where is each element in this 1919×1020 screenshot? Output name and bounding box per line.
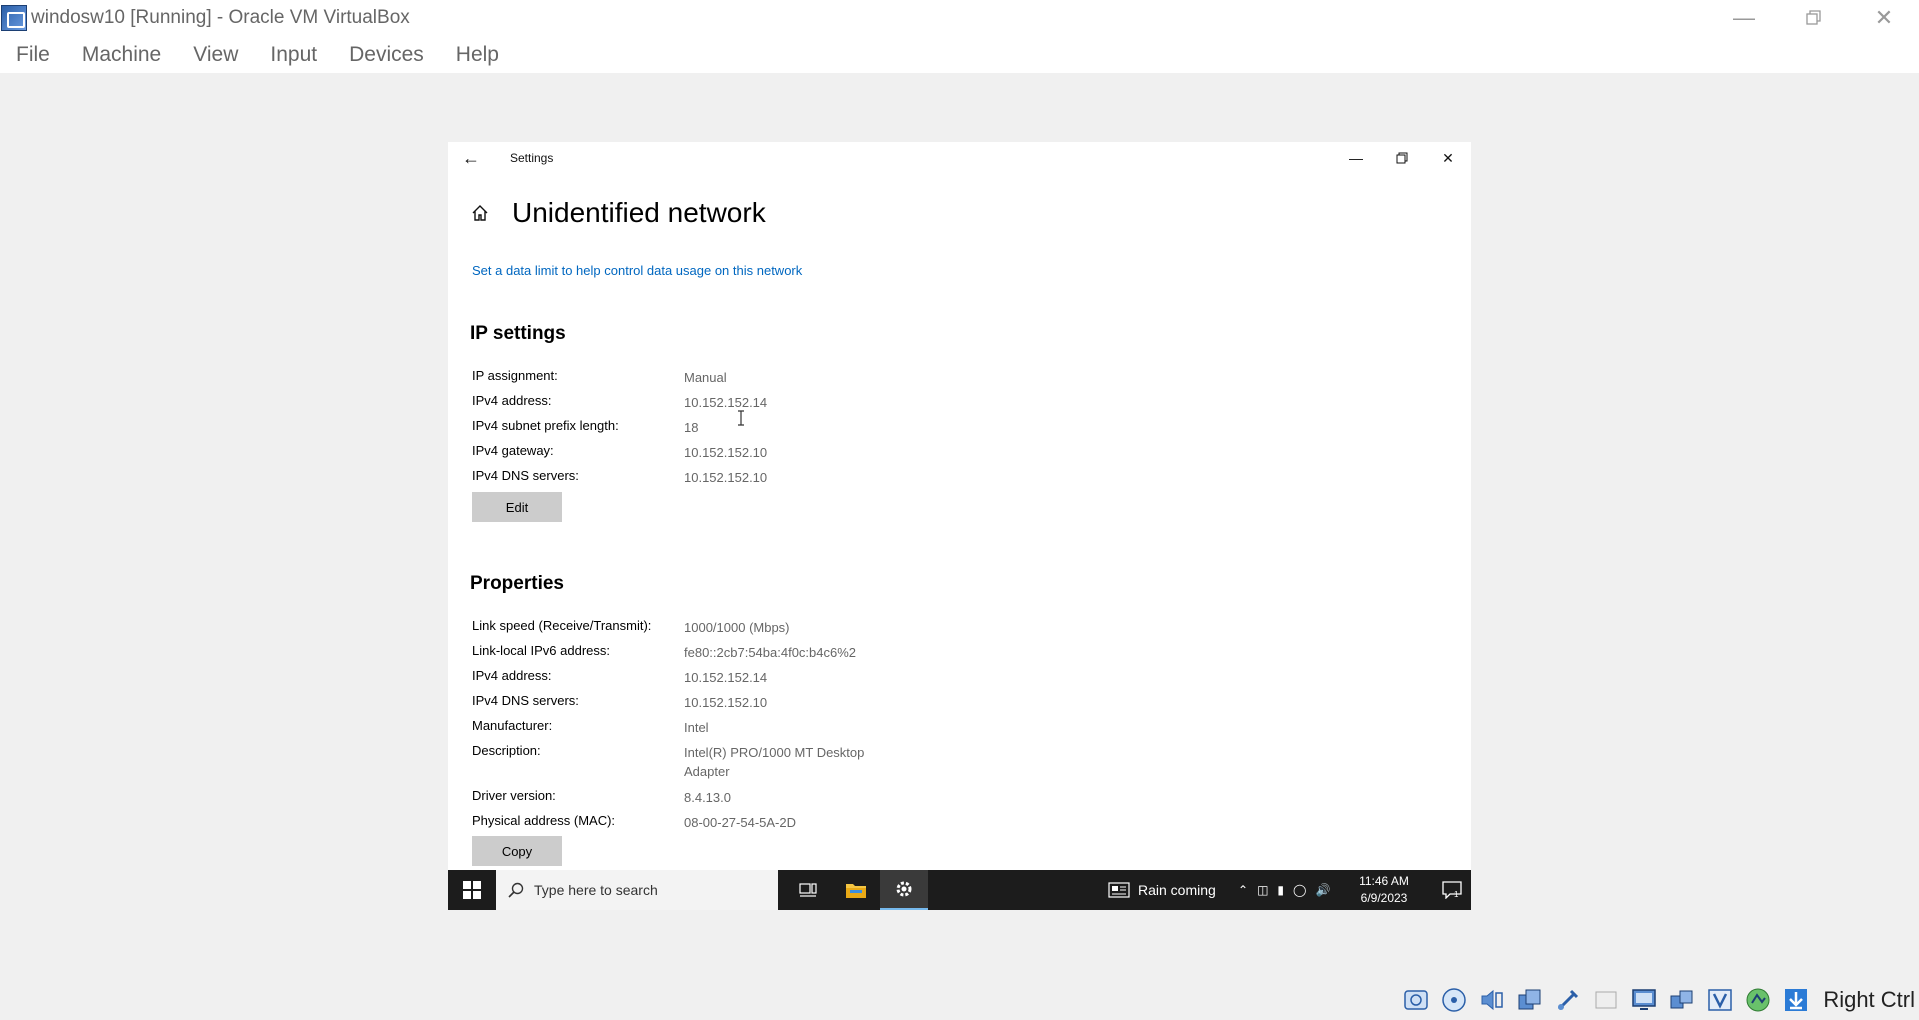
volume-icon[interactable]: 🔊: [1315, 883, 1330, 897]
ip-settings-heading: IP settings: [470, 323, 566, 344]
virtualbox-logo-icon: [1, 5, 27, 31]
kv-value: 10.152.152.10: [684, 695, 768, 710]
search-placeholder: Type here to search: [534, 882, 658, 898]
guest-additions-icon[interactable]: [1743, 985, 1773, 1015]
kv-label: Description:: [472, 743, 541, 758]
settings-window-controls: — ✕: [1333, 142, 1471, 174]
kv-value: 10.152.152.14: [684, 395, 768, 410]
guest-screen[interactable]: ← Settings — ✕ Unidentified network Set …: [448, 142, 1471, 910]
menu-input[interactable]: Input: [270, 43, 317, 67]
kv-value: 8.4.13.0: [684, 790, 731, 805]
windows-logo-icon: [463, 881, 481, 899]
vbox-window-title: windosw10 [Running] - Oracle VM VirtualB…: [31, 7, 410, 28]
kv-label: IP assignment:: [472, 368, 558, 383]
kv-label: IPv4 address:: [472, 668, 552, 683]
text-cursor-icon: [738, 410, 744, 426]
clock-date: 6/9/2023: [1360, 891, 1408, 905]
weather-text: Rain coming: [1138, 882, 1216, 898]
close-icon[interactable]: ✕: [1849, 0, 1919, 36]
kv-label: Link-local IPv6 address:: [472, 643, 611, 658]
kv-label: IPv4 DNS servers:: [472, 693, 579, 708]
kv-value: Manual: [684, 370, 727, 385]
network-adapter-icon[interactable]: [1515, 985, 1545, 1015]
network-icon[interactable]: ◯: [1293, 883, 1306, 897]
menu-view[interactable]: View: [193, 43, 238, 67]
task-view-icon[interactable]: [784, 870, 832, 910]
kv-value: 10.152.152.14: [684, 670, 768, 685]
weather-widget[interactable]: Rain coming: [1108, 870, 1216, 910]
properties-heading: Properties: [470, 573, 564, 594]
notification-count: 1: [1454, 890, 1459, 899]
kv-value: 18: [684, 420, 699, 435]
settings-taskbar-icon[interactable]: [880, 870, 928, 910]
edit-button[interactable]: Edit: [472, 492, 562, 522]
kv-value: 1000/1000 (Mbps): [684, 620, 790, 635]
news-icon: [1108, 882, 1130, 898]
vbox-statusbar: Right Ctrl: [1401, 980, 1919, 1020]
page-title: Unidentified network: [512, 197, 766, 228]
virtualization-engine-icon[interactable]: [1705, 985, 1735, 1015]
usb-icon[interactable]: [1553, 985, 1583, 1015]
home-icon[interactable]: [470, 203, 490, 223]
kv-label: Manufacturer:: [472, 718, 553, 733]
display-icon[interactable]: [1629, 985, 1659, 1015]
clock-time: 11:46 AM: [1359, 874, 1409, 888]
settings-close-icon[interactable]: ✕: [1425, 142, 1471, 174]
meet-now-icon[interactable]: ◫: [1257, 883, 1268, 897]
vbox-menubar: File Machine View Input Devices Help: [0, 36, 1919, 73]
menu-help[interactable]: Help: [456, 43, 499, 67]
windows-taskbar: Type here to search Rain coming ⌃ ◫ ▮ ◯ …: [448, 870, 1471, 910]
kv-label: IPv4 address:: [472, 393, 552, 408]
restore-icon[interactable]: [1779, 0, 1849, 36]
menu-machine[interactable]: Machine: [82, 43, 161, 67]
audio-icon[interactable]: [1477, 985, 1507, 1015]
kv-value: fe80::2cb7:54ba:4f0c:b4c6%2: [684, 645, 857, 660]
settings-window-title: Settings: [510, 151, 554, 165]
vbox-titlebar: windosw10 [Running] - Oracle VM VirtualB…: [0, 0, 1919, 36]
back-arrow-icon[interactable]: ←: [462, 148, 480, 169]
minimize-icon[interactable]: —: [1709, 0, 1779, 36]
menu-devices[interactable]: Devices: [349, 43, 424, 67]
video-capture-icon[interactable]: [1667, 985, 1697, 1015]
kv-label: IPv4 gateway:: [472, 443, 554, 458]
kv-value: 08-00-27-54-5A-2D: [684, 815, 797, 830]
kv-label: Driver version:: [472, 788, 556, 803]
file-explorer-icon[interactable]: [832, 870, 880, 910]
copy-button[interactable]: Copy: [472, 836, 562, 866]
start-button[interactable]: [448, 870, 496, 910]
download-arrow-icon[interactable]: [1781, 985, 1811, 1015]
clock[interactable]: 11:46 AM 6/9/2023: [1354, 873, 1414, 907]
hard-disk-icon[interactable]: [1401, 985, 1431, 1015]
kv-label: Link speed (Receive/Transmit):: [472, 618, 652, 633]
chevron-up-icon[interactable]: ⌃: [1238, 883, 1248, 897]
kv-label: IPv4 subnet prefix length:: [472, 418, 619, 433]
kv-value: 10.152.152.10: [684, 445, 768, 460]
kv-label: Physical address (MAC):: [472, 813, 616, 828]
kv-value: Intel: [684, 720, 709, 735]
host-key-label: Right Ctrl: [1823, 987, 1915, 1012]
shared-folders-icon[interactable]: [1591, 985, 1621, 1015]
battery-icon[interactable]: ▮: [1277, 883, 1284, 897]
kv-label: IPv4 DNS servers:: [472, 468, 579, 483]
kv-value: Intel(R) PRO/1000 MT Desktop Adapter: [684, 745, 865, 779]
data-limit-link[interactable]: Set a data limit to help control data us…: [472, 263, 802, 278]
optical-drive-icon[interactable]: [1439, 985, 1469, 1015]
search-icon: [508, 882, 524, 898]
menu-file[interactable]: File: [16, 43, 50, 67]
taskbar-search-box[interactable]: Type here to search: [496, 870, 778, 910]
system-tray: ⌃ ◫ ▮ ◯ 🔊: [1238, 870, 1339, 910]
settings-restore-icon[interactable]: [1379, 142, 1425, 174]
settings-minimize-icon[interactable]: —: [1333, 142, 1379, 174]
vbox-window-controls: — ✕: [1709, 0, 1919, 36]
kv-value: 10.152.152.10: [684, 470, 768, 485]
notification-center-icon[interactable]: 1: [1433, 870, 1471, 910]
settings-titlebar: ← Settings — ✕: [448, 142, 1471, 174]
